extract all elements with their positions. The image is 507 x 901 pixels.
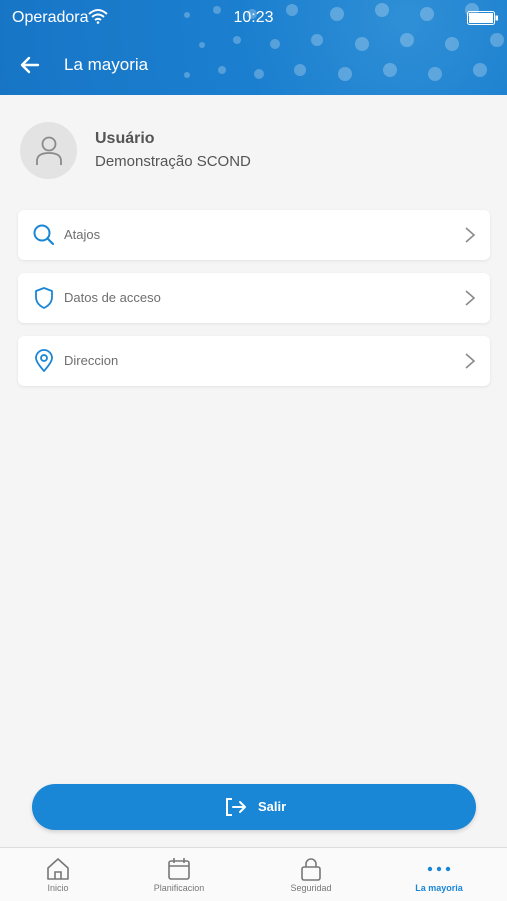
chevron-right-icon — [465, 290, 476, 306]
user-profile: Usuário Demonstração SCOND — [20, 122, 480, 180]
status-bar: Operadora 10:23 — [0, 0, 507, 35]
tab-la-mayoria[interactable]: La mayoria — [376, 848, 502, 901]
menu-item-label: Atajos — [64, 227, 101, 242]
logout-icon — [226, 798, 246, 816]
bottom-tab-bar: Inicio Planificacion Seguridad La mayori… — [0, 847, 507, 901]
avatar — [20, 122, 77, 179]
user-icon — [35, 136, 62, 165]
app-header: Operadora 10:23 La mayoria — [0, 0, 507, 95]
tab-seguridad[interactable]: Seguridad — [248, 848, 374, 901]
menu-item-label: Direccion — [64, 353, 119, 368]
clock: 10:23 — [233, 9, 274, 26]
user-name: Usuário — [95, 130, 155, 147]
tab-label: Inicio — [47, 883, 69, 893]
menu-item-direccion[interactable]: Direccion — [18, 336, 490, 386]
title-bar: La mayoria — [0, 35, 507, 95]
more-dots-icon — [427, 866, 451, 872]
search-icon — [33, 224, 55, 246]
tab-planificacion[interactable]: Planificacion — [116, 848, 242, 901]
tab-inicio[interactable]: Inicio — [0, 848, 121, 901]
menu-item-label: Datos de acceso — [64, 290, 161, 305]
home-icon — [47, 858, 69, 880]
tab-label: Planificacion — [153, 883, 205, 893]
chevron-right-icon — [465, 353, 476, 369]
location-pin-icon — [35, 349, 53, 372]
user-organization: Demonstração SCOND — [95, 153, 251, 170]
page-title: La mayoria — [64, 55, 149, 74]
battery-icon — [467, 11, 498, 25]
chevron-right-icon — [465, 227, 476, 243]
menu-item-atajos[interactable]: Atajos — [18, 210, 490, 260]
tab-label: La mayoria — [415, 883, 463, 893]
tab-label: Seguridad — [290, 883, 332, 893]
logout-button[interactable]: Salir — [32, 784, 476, 830]
back-arrow-icon[interactable] — [18, 53, 42, 77]
shield-icon — [35, 287, 53, 309]
logout-label: Salir — [258, 799, 287, 814]
calendar-icon — [168, 858, 190, 880]
lock-icon — [301, 858, 321, 881]
menu-item-datos-de-acceso[interactable]: Datos de acceso — [18, 273, 490, 323]
